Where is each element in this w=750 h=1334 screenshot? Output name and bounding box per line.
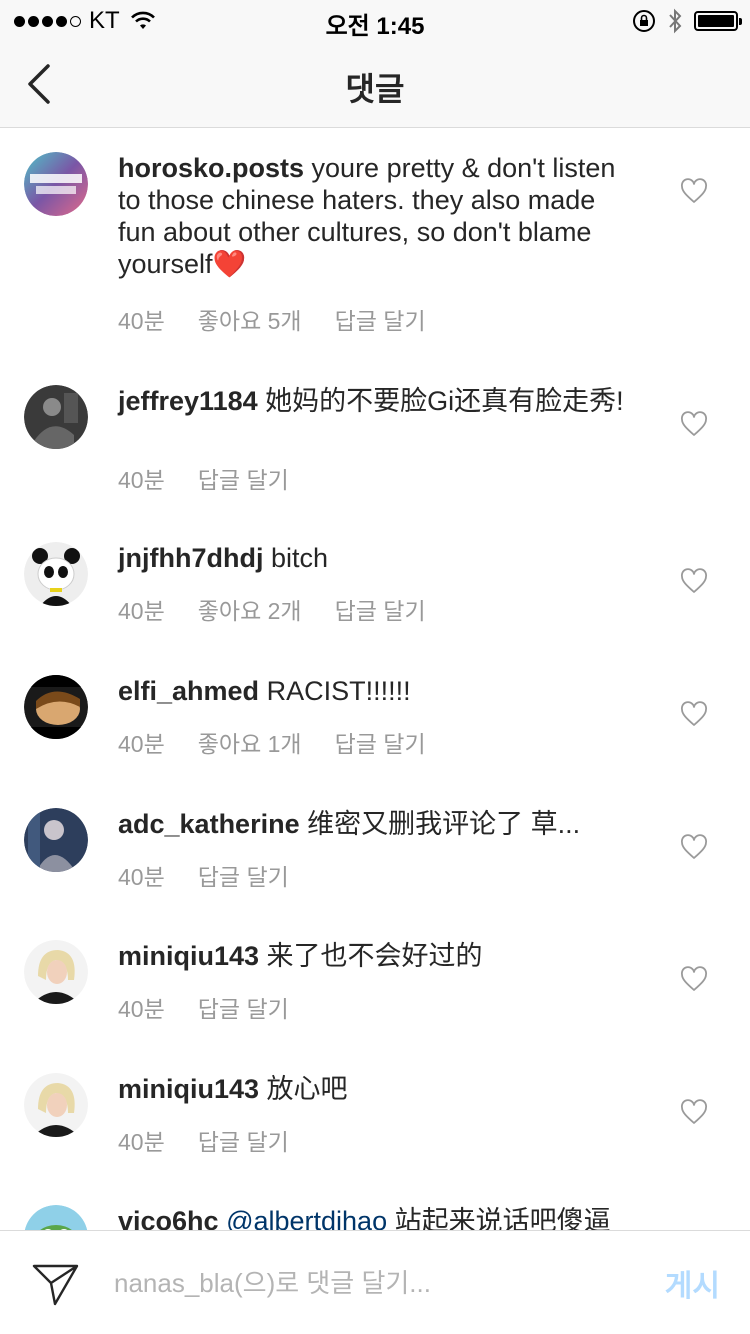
like-heart-icon[interactable] xyxy=(680,1099,708,1125)
comment-meta: 40분 답글 달기 xyxy=(118,858,322,892)
reply-button[interactable]: 답글 달기 xyxy=(335,725,426,759)
comment-likes[interactable]: 좋아요 2개 xyxy=(198,592,302,626)
like-heart-icon[interactable] xyxy=(680,411,708,437)
comment-username[interactable]: jeffrey1184 xyxy=(118,386,258,416)
avatar[interactable] xyxy=(24,1205,88,1230)
reply-button[interactable]: 답글 달기 xyxy=(335,302,426,336)
comment-meta: 40분 답글 달기 xyxy=(118,461,322,495)
bluetooth-icon xyxy=(669,8,682,34)
comment-body: 来了也不会好过的 xyxy=(259,941,483,971)
comment-likes[interactable]: 좋아요 1개 xyxy=(198,725,302,759)
direct-send-icon[interactable] xyxy=(31,1261,81,1307)
comment-text: miniqiu143 来了也不会好过的 xyxy=(118,940,638,972)
comment-time: 40분 xyxy=(118,731,165,757)
reply-button[interactable]: 답글 달기 xyxy=(198,990,289,1024)
like-heart-icon[interactable] xyxy=(680,568,708,594)
avatar[interactable] xyxy=(24,675,88,739)
comment-text: miniqiu143 放心吧 xyxy=(118,1073,638,1105)
like-heart-icon[interactable] xyxy=(680,966,708,992)
avatar[interactable] xyxy=(24,385,88,449)
rotation-lock-icon xyxy=(633,10,655,32)
comment-text: adc_katherine 维密又删我评论了 草... xyxy=(118,808,638,840)
comment-username[interactable]: miniqiu143 xyxy=(118,941,259,971)
comment-username[interactable]: elfi_ahmed xyxy=(118,676,259,706)
comment-username[interactable]: miniqiu143 xyxy=(118,1074,259,1104)
comment-text: jeffrey1184 她妈的不要脸Gi还真有脸走秀! xyxy=(118,385,638,417)
avatar[interactable] xyxy=(24,940,88,1004)
comment-body: 放心吧 xyxy=(259,1074,348,1104)
heart-emoji: ❤️ xyxy=(212,249,247,279)
comment-body: 站起来说话吧傻逼 xyxy=(387,1206,611,1230)
like-heart-icon[interactable] xyxy=(680,701,708,727)
comment-body: RACIST!!!!!! xyxy=(259,676,411,706)
comment-meta: 40분 좋아요 5개 답글 달기 xyxy=(118,302,459,336)
like-heart-icon[interactable] xyxy=(680,178,708,204)
avatar[interactable] xyxy=(24,542,88,606)
comment-likes[interactable]: 좋아요 5개 xyxy=(198,302,302,336)
comment-text: horosko.posts youre pretty & don't liste… xyxy=(118,152,638,280)
reply-button[interactable]: 답글 달기 xyxy=(198,461,289,495)
comment-username[interactable]: jnjfhh7dhdj xyxy=(118,543,263,573)
comment-text: elfi_ahmed RACIST!!!!!! xyxy=(118,675,638,707)
comment-composer: 게시 xyxy=(0,1230,750,1334)
comment-username[interactable]: adc_katherine xyxy=(118,809,300,839)
comment-mention[interactable]: @albertdihao xyxy=(226,1206,387,1230)
avatar[interactable] xyxy=(24,1073,88,1137)
comment-meta: 40분 답글 달기 xyxy=(118,990,322,1024)
status-bar: KT 오전 1:45 xyxy=(0,0,750,40)
comment-time: 40분 xyxy=(118,467,165,493)
avatar[interactable] xyxy=(24,152,88,216)
post-button[interactable]: 게시 xyxy=(665,1261,720,1305)
comment-meta: 40분 답글 달기 xyxy=(118,1123,322,1157)
reply-button[interactable]: 답글 달기 xyxy=(198,1123,289,1157)
comment-username[interactable]: vico6hc xyxy=(118,1206,219,1230)
nav-bar: 댓글 xyxy=(0,40,750,128)
reply-button[interactable]: 답글 달기 xyxy=(335,592,426,626)
comment-text: vico6hc @albertdihao 站起来说话吧傻逼 xyxy=(118,1205,638,1230)
comment-username[interactable]: horosko.posts xyxy=(118,153,304,183)
comment-body: bitch xyxy=(263,543,329,573)
comment-time: 40분 xyxy=(118,598,165,624)
status-right xyxy=(632,8,742,34)
comment-input[interactable] xyxy=(114,1263,634,1303)
comment-time: 40분 xyxy=(118,1129,165,1155)
comment-time: 40분 xyxy=(118,308,165,334)
comment-time: 40분 xyxy=(118,996,165,1022)
avatar[interactable] xyxy=(24,808,88,872)
comment-list[interactable]: horosko.posts youre pretty & don't liste… xyxy=(0,128,750,1230)
comment-text: jnjfhh7dhdj bitch xyxy=(118,542,638,574)
comment-time: 40분 xyxy=(118,864,165,890)
comment-body: 维密又删我评论了 草... xyxy=(299,809,581,839)
like-heart-icon[interactable] xyxy=(680,834,708,860)
comment-body: 她妈的不要脸Gi还真有脸走秀! xyxy=(257,386,624,416)
comment-meta: 40분 좋아요 2개 답글 달기 xyxy=(118,592,459,626)
battery-icon xyxy=(694,11,742,31)
reply-button[interactable]: 답글 달기 xyxy=(198,858,289,892)
comment-meta: 40분 좋아요 1개 답글 달기 xyxy=(118,725,459,759)
page-title: 댓글 xyxy=(345,71,405,107)
